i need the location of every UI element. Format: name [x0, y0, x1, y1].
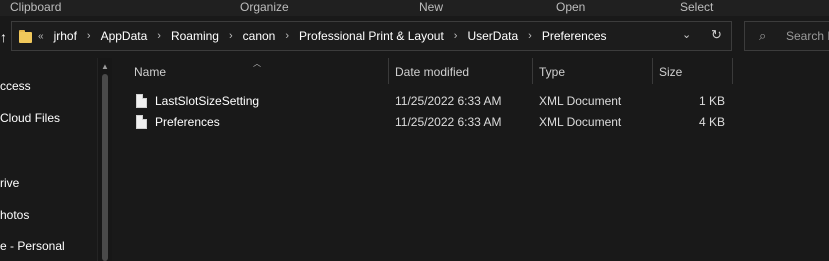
- file-size: 1 KB: [698, 94, 725, 108]
- scroll-up-icon[interactable]: ▲: [101, 62, 109, 71]
- column-divider[interactable]: [652, 58, 653, 84]
- ribbon-group-organize[interactable]: Organize: [240, 0, 289, 14]
- column-divider[interactable]: [388, 58, 389, 84]
- search-box[interactable]: ⌕ Search Pr: [744, 21, 829, 51]
- chevron-down-icon[interactable]: ⌄: [682, 28, 691, 41]
- search-icon: ⌕: [759, 28, 767, 43]
- nav-item-onedrive[interactable]: rive: [0, 176, 19, 190]
- address-bar[interactable]: « jrhof › AppData › Roaming › canon › Pr…: [11, 21, 732, 51]
- table-row[interactable]: Preferences 11/25/2022 6:33 AM XML Docum…: [133, 114, 753, 134]
- breadcrumb-separator-icon[interactable]: ›: [157, 30, 161, 42]
- column-divider[interactable]: [532, 58, 533, 84]
- breadcrumb-jrhof[interactable]: jrhof: [54, 29, 77, 43]
- folder-icon: [19, 30, 32, 43]
- file-name[interactable]: Preferences: [155, 114, 220, 130]
- ribbon-group-new[interactable]: New: [419, 0, 443, 14]
- file-type: XML Document: [539, 94, 622, 108]
- column-divider[interactable]: [732, 58, 733, 84]
- nav-scrollbar[interactable]: ▲: [97, 58, 112, 261]
- ribbon-bar: Clipboard Organize New Open Select: [0, 0, 829, 16]
- column-header-name[interactable]: Name: [134, 65, 166, 85]
- search-input[interactable]: Search Pr: [786, 29, 829, 43]
- file-date-modified: 11/25/2022 6:33 AM: [395, 94, 502, 108]
- file-type: XML Document: [539, 115, 622, 129]
- breadcrumb-canon[interactable]: canon: [243, 29, 276, 43]
- breadcrumb-separator-icon[interactable]: ›: [528, 30, 532, 42]
- file-list: ︿ Name Date modified Type Size LastSlotS…: [113, 58, 829, 261]
- breadcrumb-professional-print-layout[interactable]: Professional Print & Layout: [299, 29, 444, 43]
- breadcrumb-overflow-icon[interactable]: «: [38, 31, 44, 42]
- nav-item-onedrive-personal[interactable]: e - Personal: [0, 239, 65, 253]
- nav-item-photos[interactable]: hotos: [0, 208, 29, 222]
- column-header-date-modified[interactable]: Date modified: [395, 65, 469, 85]
- file-icon: [136, 94, 147, 108]
- file-icon: [136, 115, 147, 129]
- breadcrumb-userdata[interactable]: UserData: [467, 29, 518, 43]
- table-row[interactable]: LastSlotSizeSetting 11/25/2022 6:33 AM X…: [133, 93, 753, 113]
- ribbon-group-select[interactable]: Select: [680, 0, 713, 14]
- navigation-pane: ccess Cloud Files rive hotos e - Persona…: [0, 58, 97, 261]
- file-size: 4 KB: [698, 115, 725, 129]
- nav-item-quick-access[interactable]: ccess: [0, 79, 31, 93]
- breadcrumb-appdata[interactable]: AppData: [101, 29, 148, 43]
- column-header-type[interactable]: Type: [539, 65, 565, 85]
- breadcrumb-roaming[interactable]: Roaming: [171, 29, 219, 43]
- ribbon-group-clipboard[interactable]: Clipboard: [10, 0, 61, 14]
- breadcrumb-separator-icon[interactable]: ›: [285, 30, 289, 42]
- breadcrumb-separator-icon[interactable]: ›: [87, 30, 91, 42]
- sort-up-icon: ︿: [253, 59, 261, 68]
- file-date-modified: 11/25/2022 6:33 AM: [395, 115, 502, 129]
- column-header-size[interactable]: Size: [659, 65, 682, 85]
- file-name[interactable]: LastSlotSizeSetting: [155, 93, 259, 109]
- nav-item-cloud-files[interactable]: Cloud Files: [0, 111, 60, 125]
- refresh-icon[interactable]: ↻: [711, 27, 722, 43]
- breadcrumb-preferences[interactable]: Preferences: [542, 29, 607, 43]
- up-arrow-icon[interactable]: ↑: [0, 29, 10, 45]
- scrollbar-thumb[interactable]: [102, 74, 108, 261]
- breadcrumb: « jrhof › AppData › Roaming › canon › Pr…: [38, 22, 607, 50]
- ribbon-group-open[interactable]: Open: [556, 0, 585, 14]
- breadcrumb-separator-icon[interactable]: ›: [454, 30, 458, 42]
- breadcrumb-separator-icon[interactable]: ›: [229, 30, 233, 42]
- address-row: ↑ « jrhof › AppData › Roaming › canon › …: [0, 17, 829, 57]
